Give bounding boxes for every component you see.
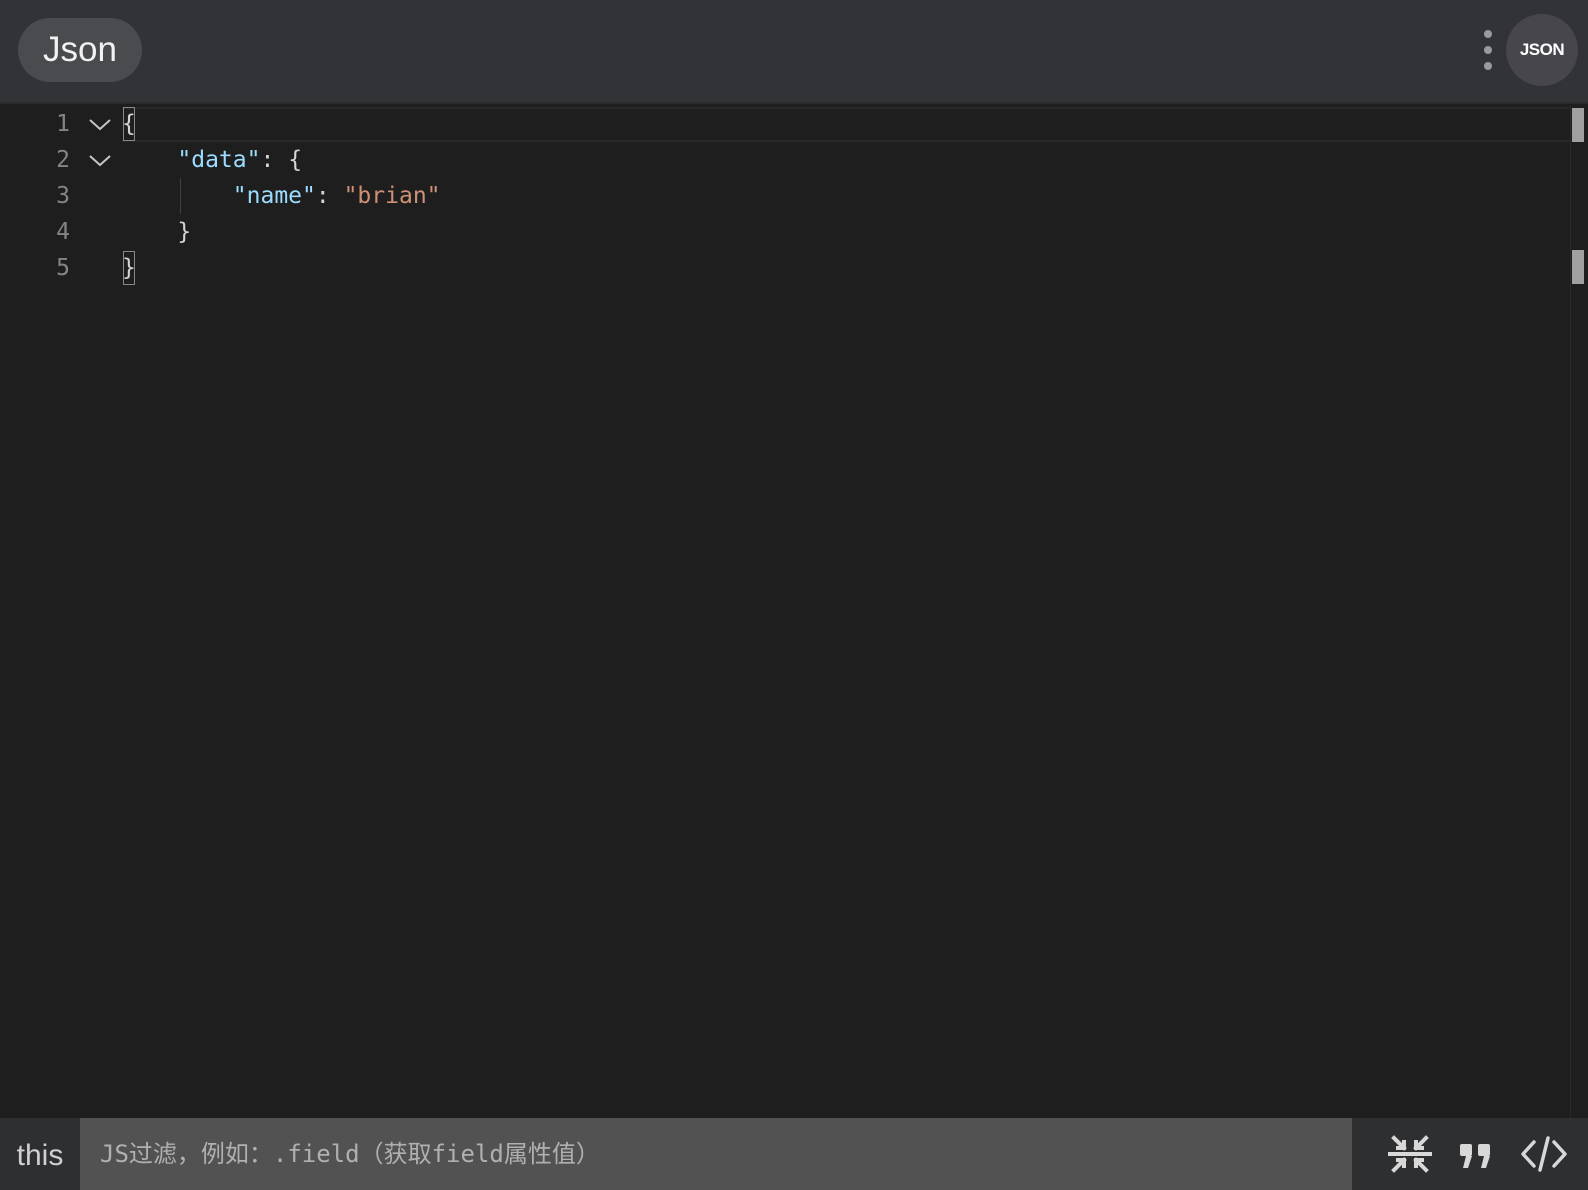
scrollbar-marker bbox=[1572, 108, 1584, 142]
json-viewer-app: Json JSON 1 { 2 "data": {3 "name": "bri… bbox=[0, 0, 1588, 1190]
this-label: this bbox=[16, 1139, 64, 1172]
code-text: } bbox=[122, 250, 136, 286]
editor-line[interactable]: 5 } bbox=[0, 250, 1570, 286]
page-title[interactable]: Json bbox=[18, 18, 142, 82]
line-number: 5 bbox=[56, 255, 70, 281]
bracket-open-root: { bbox=[122, 106, 136, 142]
quote-icon[interactable] bbox=[1452, 1130, 1500, 1178]
code-icon[interactable] bbox=[1520, 1130, 1568, 1178]
filter-bar: this bbox=[0, 1118, 1588, 1190]
code-text: "name": "brian" bbox=[122, 178, 441, 214]
chevron-down-icon[interactable] bbox=[88, 112, 112, 136]
top-bar: Json JSON bbox=[0, 0, 1588, 104]
json-key: "name" bbox=[232, 183, 316, 209]
line-number: 4 bbox=[56, 219, 70, 245]
kebab-menu-icon[interactable] bbox=[1480, 26, 1496, 74]
code-text: } bbox=[122, 214, 191, 250]
line-number: 3 bbox=[56, 183, 70, 209]
bracket-open-data: { bbox=[288, 147, 303, 173]
json-colon: : bbox=[260, 147, 289, 173]
scrollbar-marker bbox=[1572, 250, 1584, 284]
line-number: 2 bbox=[56, 147, 70, 173]
code-editor[interactable]: 1 { 2 "data": { 3 "name": "brian" 4 } 5 … bbox=[0, 106, 1588, 1118]
bracket-close-data: } bbox=[177, 219, 192, 245]
line-number: 1 bbox=[56, 111, 70, 137]
bracket-close-root: } bbox=[122, 250, 136, 286]
code-text: { bbox=[122, 106, 136, 142]
editor-line[interactable]: 4 } bbox=[0, 214, 1570, 250]
editor-line[interactable]: 2 "data": { bbox=[0, 142, 1570, 178]
json-string-value: "brian" bbox=[343, 183, 441, 209]
editor-line[interactable]: 1 { bbox=[0, 106, 1570, 142]
editor-line[interactable]: 3 "name": "brian" bbox=[0, 178, 1570, 214]
json-logo-avatar[interactable]: JSON bbox=[1506, 14, 1578, 86]
js-filter-input[interactable] bbox=[80, 1118, 1352, 1190]
json-colon: : bbox=[315, 183, 344, 209]
json-key: "data" bbox=[177, 147, 261, 173]
code-text: "data": { bbox=[122, 142, 302, 178]
chevron-down-icon[interactable] bbox=[88, 148, 112, 172]
compress-icon[interactable] bbox=[1386, 1130, 1434, 1178]
